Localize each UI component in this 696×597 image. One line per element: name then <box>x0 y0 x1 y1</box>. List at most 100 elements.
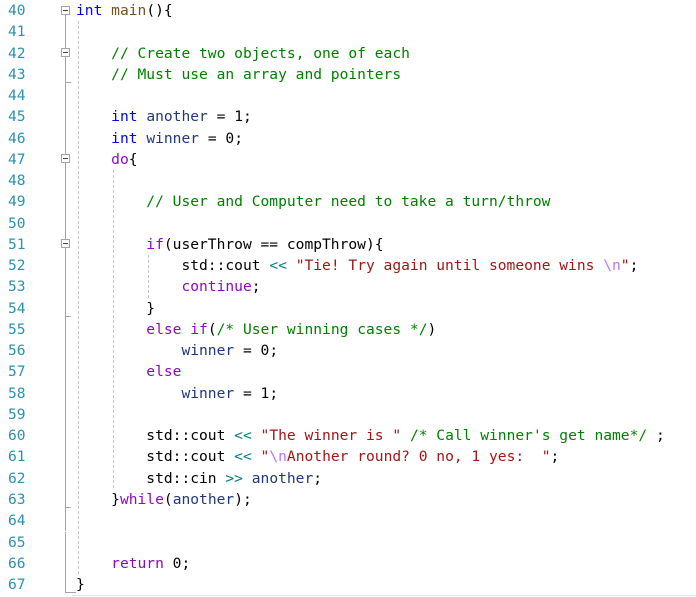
code-token: ; <box>313 469 323 487</box>
outline-line <box>60 170 76 192</box>
code-text[interactable]: std::cout << "\nAnother round? 0 no, 1 y… <box>76 446 676 467</box>
code-text[interactable]: int winner = 0; <box>76 128 676 149</box>
code-line: 55 else if(/* User winning cases */) <box>0 318 696 341</box>
code-text[interactable] <box>76 21 676 42</box>
code-token: (userThrow == compThrow){ <box>163 235 384 253</box>
code-text[interactable]: else if(/* User winning cases */) <box>76 319 676 340</box>
code-text[interactable]: std::cin >> another; <box>76 468 676 489</box>
fold-collapse-toggle[interactable] <box>60 233 76 256</box>
code-line: 42 // Create two objects, one of each <box>0 42 696 65</box>
fold-collapse-toggle[interactable] <box>60 42 76 65</box>
code-text[interactable]: winner = 1; <box>76 383 676 404</box>
code-text[interactable]: int another = 1; <box>76 106 676 127</box>
number-literal-token: 1 <box>234 108 243 126</box>
control-keyword-token: if <box>146 235 164 253</box>
code-text[interactable] <box>76 510 676 531</box>
code-line: 60 std::cout << "The winner is " /* Call… <box>0 425 696 447</box>
code-line: 48 <box>0 170 696 192</box>
code-token: ; <box>234 129 243 147</box>
code-text[interactable]: return 0; <box>76 553 676 574</box>
operator-token: << <box>269 257 287 275</box>
code-token: ; <box>550 448 560 466</box>
code-text[interactable]: std::cout << "Tie! Try again until someo… <box>76 255 676 276</box>
code-text[interactable]: std::cout << "The winner is " /* Call wi… <box>76 425 676 446</box>
line-number: 49 <box>8 193 26 211</box>
code-text[interactable] <box>76 170 676 191</box>
code-text[interactable]: }while(another); <box>76 489 676 510</box>
line-number: 67 <box>8 576 26 594</box>
collapse-minus-icon[interactable] <box>61 5 70 15</box>
code-text[interactable]: // Create two objects, one of each <box>76 43 676 64</box>
outline-line <box>60 85 76 107</box>
control-keyword-token: else <box>146 363 182 381</box>
line-number: 41 <box>8 23 26 41</box>
code-line: 53 continue; <box>0 276 696 298</box>
code-text[interactable]: if(userThrow == compThrow){ <box>76 234 676 255</box>
code-text[interactable]: int main(){ <box>76 0 676 21</box>
control-keyword-token: continue <box>181 278 252 296</box>
function-name-token: main <box>111 2 147 19</box>
comment-token: // Create two objects, one of each <box>111 44 410 62</box>
outline-line <box>60 425 76 447</box>
code-token: } <box>76 576 85 594</box>
code-token: } <box>111 490 120 508</box>
code-token: = <box>199 129 226 147</box>
code-text[interactable]: } <box>76 298 676 319</box>
code-token: ( <box>207 320 217 338</box>
line-number: 40 <box>8 2 26 19</box>
string-literal-token: "Tie! Try again until someone wins <box>295 257 604 275</box>
collapse-minus-icon[interactable] <box>61 48 70 58</box>
operator-token: << <box>234 427 252 445</box>
variable-token: another <box>251 469 314 487</box>
keyword-token: int <box>76 2 103 19</box>
code-token: ; <box>181 554 191 572</box>
code-text[interactable]: else <box>76 361 676 382</box>
code-text[interactable]: } <box>76 574 676 595</box>
code-text[interactable]: // User and Computer need to take a turn… <box>76 191 676 212</box>
code-line: 44 <box>0 85 696 107</box>
code-token: (){ <box>146 2 173 19</box>
variable-token: another <box>172 490 235 508</box>
comment-token: // Must use an array and pointers <box>111 65 402 83</box>
code-line: 52 std::cout << "Tie! Try again until so… <box>0 255 696 277</box>
escape-sequence-token: \n <box>269 448 287 466</box>
code-editor[interactable]: 40 int main(){ 41 42 // Create two objects,… <box>0 0 696 597</box>
code-text[interactable]: // Must use an array and pointers <box>76 64 676 85</box>
code-text[interactable]: winner = 0; <box>76 340 676 361</box>
code-token: ; <box>629 257 639 275</box>
outline-line <box>60 340 76 362</box>
line-number: 60 <box>8 427 26 445</box>
code-token: ; <box>269 384 279 402</box>
code-line: 57 else <box>0 361 696 383</box>
code-text[interactable] <box>76 532 676 553</box>
fold-collapse-toggle[interactable] <box>60 0 76 22</box>
escape-sequence-token: \n <box>603 257 621 275</box>
fold-collapse-toggle[interactable] <box>60 148 76 171</box>
code-text[interactable] <box>76 404 676 425</box>
keyword-token: int <box>111 108 138 126</box>
outline-line <box>60 127 76 150</box>
code-text[interactable] <box>76 213 676 234</box>
code-token: { <box>128 150 138 168</box>
code-text[interactable]: do{ <box>76 149 676 170</box>
line-number: 56 <box>8 342 26 360</box>
code-text[interactable]: continue; <box>76 276 676 297</box>
collapse-minus-icon[interactable] <box>61 239 70 249</box>
collapse-minus-icon[interactable] <box>61 154 70 164</box>
code-text[interactable] <box>76 85 676 106</box>
code-token: ; <box>647 427 665 445</box>
